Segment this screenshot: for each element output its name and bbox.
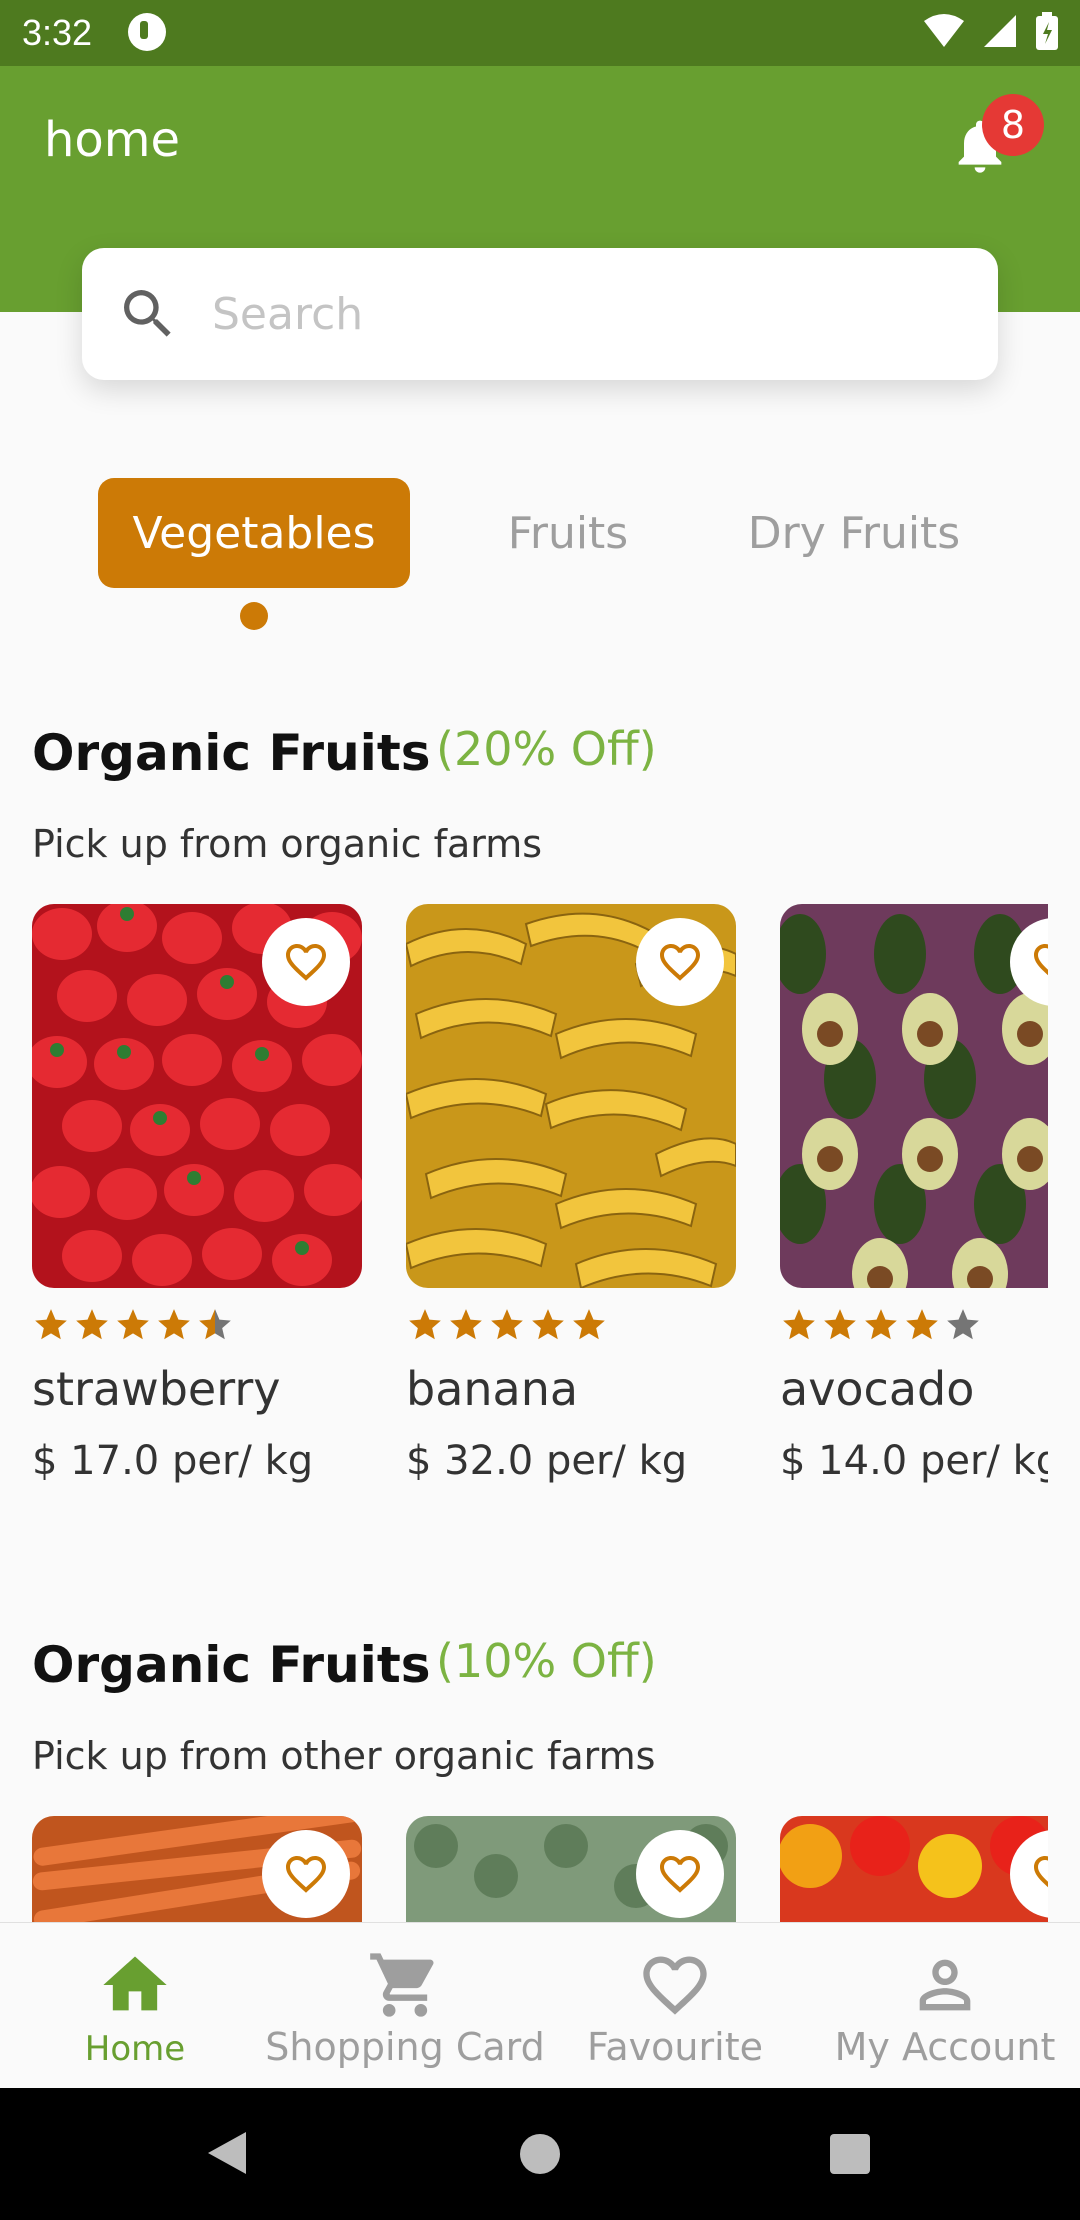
nav-my-account[interactable]: My Account [810,1923,1080,2089]
product-name: banana [406,1362,579,1416]
page-title: home [44,112,181,168]
rating-stars [780,1306,982,1344]
favourite-button[interactable] [262,1830,350,1918]
star-icon [450,1309,482,1340]
section-subtitle: Pick up from organic farms [32,822,543,866]
product-carousel[interactable] [32,1816,1048,1922]
nav-label: Shopping Card [265,2025,545,2069]
product-name: strawberry [32,1362,281,1416]
star-icon [409,1309,441,1340]
product-image-peppers [780,1816,1048,1922]
product-price: $ 17.0 per/ kg [32,1438,314,1484]
product-card[interactable] [32,1816,362,1922]
bottom-navigation: Home Shopping Card Favourite My Account [0,1922,1080,2088]
search-icon [124,290,171,337]
nav-label: My Account [834,2025,1056,2069]
cart-icon [370,1953,434,2017]
product-card[interactable] [406,1816,736,1922]
search-input[interactable] [212,278,932,350]
peppers-image [780,1816,1048,1922]
recents-square-icon[interactable] [828,2132,872,2176]
product-card[interactable]: banana $ 32.0 per/ kg [406,904,736,1484]
heart-outline-icon [1034,944,1048,976]
tab-label: Fruits [507,507,629,559]
product-price: $ 14.0 per/ kg [780,1438,1048,1484]
app-notification-icon [128,13,166,51]
section-title: Organic Fruits [32,724,431,782]
star-icon [491,1309,523,1340]
section-title: Organic Fruits [32,1636,431,1694]
heart-outline-icon [660,1856,700,1893]
notification-badge: 8 [982,94,1044,156]
system-navigation-bar [0,2088,1080,2220]
nav-shopping-card[interactable]: Shopping Card [265,1923,545,2089]
star-icon [783,1309,815,1340]
wifi-icon [924,14,964,47]
signal-icon [984,15,1016,47]
heart-outline-icon [1034,1856,1048,1888]
star-icon [158,1309,190,1340]
product-price: $ 32.0 per/ kg [406,1438,688,1484]
favourite-button[interactable] [636,918,724,1006]
product-name: avocado [780,1362,975,1416]
nav-favourite[interactable]: Favourite [540,1923,810,2089]
star-icon [865,1309,897,1340]
star-empty-icon [947,1309,979,1340]
product-image-banana [406,904,736,1288]
favourite-button[interactable] [636,1830,724,1918]
star-icon [35,1309,67,1340]
back-icon[interactable] [202,2128,252,2178]
rating-stars [32,1306,234,1344]
home-icon [103,1956,167,2011]
star-icon [824,1309,856,1340]
person-icon [919,1959,971,2011]
product-image-carrots [32,1816,362,1922]
product-image-strawberry [32,904,362,1288]
status-bar: 3:32 [0,0,1080,66]
nav-label: Home [84,2029,186,2069]
star-icon [76,1309,108,1340]
avocado-image [780,904,1048,1288]
product-carousel[interactable]: strawberry $ 17.0 per/ kg banana $ 32.0 … [32,904,1048,1504]
status-time: 3:32 [22,12,93,53]
search-bar[interactable] [82,248,998,380]
tab-label: Vegetables [132,507,376,559]
status-icons [924,12,1058,50]
rating-stars [406,1306,608,1344]
star-icon [532,1309,564,1340]
favourite-button[interactable] [262,918,350,1006]
product-image-avocado [780,904,1048,1288]
section-discount: (10% Off) [436,1634,657,1688]
product-card[interactable]: avocado $ 14.0 per/ kg [780,904,1048,1484]
active-tab-indicator [240,602,268,630]
tab-fruits[interactable]: Fruits [480,478,656,588]
star-icon [573,1309,605,1340]
star-icon [906,1309,938,1340]
nav-label: Favourite [587,2025,763,2069]
section-subtitle: Pick up from other organic farms [32,1734,656,1778]
product-card[interactable] [780,1816,1048,1922]
tab-vegetables[interactable]: Vegetables [98,478,410,588]
heart-outline-icon [286,1856,326,1893]
heart-icon [643,1956,707,2015]
star-half-icon [199,1309,231,1340]
tab-dry-fruits[interactable]: Dry Fruits [732,478,976,588]
battery-icon [1036,12,1058,50]
product-image-greens [406,1816,736,1922]
tab-label: Dry Fruits [747,507,961,559]
product-card[interactable]: strawberry $ 17.0 per/ kg [32,904,362,1484]
star-icon [117,1309,149,1340]
nav-home[interactable]: Home [0,1923,270,2089]
home-circle-icon[interactable] [518,2132,562,2176]
heart-outline-icon [660,944,700,981]
heart-outline-icon [286,944,326,981]
section-discount: (20% Off) [436,722,657,776]
